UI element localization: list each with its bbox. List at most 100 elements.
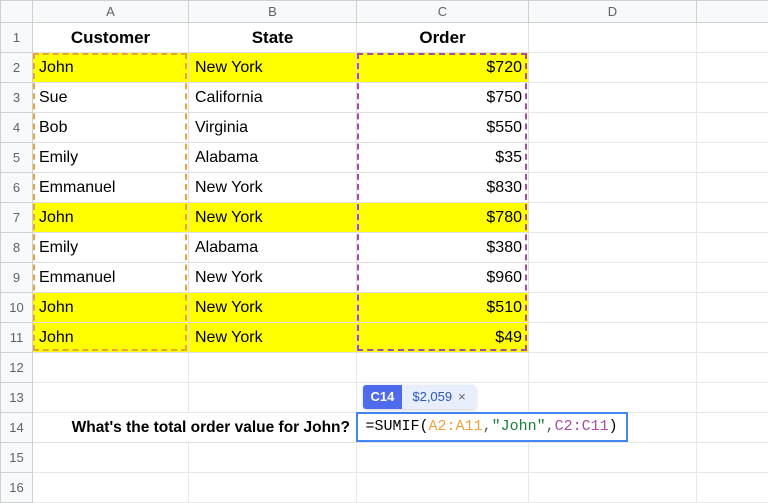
cell[interactable] [697, 23, 768, 53]
cell[interactable] [529, 383, 697, 413]
cell[interactable] [33, 443, 189, 473]
cell-b6[interactable]: New York [189, 173, 357, 203]
cell[interactable] [357, 353, 529, 383]
cell-b3[interactable]: California [189, 83, 357, 113]
row-header-5[interactable]: 5 [1, 143, 33, 173]
cell[interactable] [357, 473, 529, 503]
cell-a4[interactable]: Bob [33, 113, 189, 143]
cell-b11[interactable]: New York [189, 323, 357, 353]
column-header-d[interactable]: D [529, 1, 697, 23]
row-header-16[interactable]: 16 [1, 473, 33, 503]
column-header-a[interactable]: A [33, 1, 189, 23]
formula-input-cell[interactable]: =SUMIF(A2:A11,"John",C2:C11) [356, 412, 628, 442]
cell[interactable] [697, 233, 768, 263]
column-header-b[interactable]: B [189, 1, 357, 23]
cell[interactable] [697, 473, 768, 503]
cell[interactable] [529, 323, 697, 353]
cell[interactable] [529, 293, 697, 323]
cell-c10[interactable]: $510 [357, 293, 529, 323]
cell-a5[interactable]: Emily [33, 143, 189, 173]
cell-a8[interactable]: Emily [33, 233, 189, 263]
cell-c11[interactable]: $49 [357, 323, 529, 353]
cell-b1[interactable]: State [189, 23, 357, 53]
cell[interactable] [697, 353, 768, 383]
cell[interactable] [697, 323, 768, 353]
cell[interactable] [697, 293, 768, 323]
cell[interactable] [697, 263, 768, 293]
cell-c1[interactable]: Order [357, 23, 529, 53]
cell-a2[interactable]: John [33, 53, 189, 83]
cell[interactable] [33, 473, 189, 503]
cell[interactable] [357, 443, 529, 473]
row-header-3[interactable]: 3 [1, 83, 33, 113]
cell-b10[interactable]: New York [189, 293, 357, 323]
row-header-13[interactable]: 13 [1, 383, 33, 413]
cell-b4[interactable]: Virginia [189, 113, 357, 143]
close-icon[interactable]: × [452, 389, 466, 404]
cell-a3[interactable]: Sue [33, 83, 189, 113]
row-header-15[interactable]: 15 [1, 443, 33, 473]
cell[interactable] [529, 23, 697, 53]
cell-a10[interactable]: John [33, 293, 189, 323]
cell[interactable] [33, 383, 189, 413]
cell-c9[interactable]: $960 [357, 263, 529, 293]
cell[interactable] [697, 203, 768, 233]
cell[interactable] [189, 443, 357, 473]
cell[interactable] [529, 233, 697, 263]
row-header-4[interactable]: 4 [1, 113, 33, 143]
row-header-9[interactable]: 9 [1, 263, 33, 293]
cell[interactable] [697, 143, 768, 173]
cell-a7[interactable]: John [33, 203, 189, 233]
cell[interactable] [529, 113, 697, 143]
cell-c8[interactable]: $380 [357, 233, 529, 263]
cell[interactable] [529, 173, 697, 203]
row-header-12[interactable]: 12 [1, 353, 33, 383]
cell[interactable] [697, 443, 768, 473]
formula-result-preview[interactable]: C14 $2,059× [363, 385, 476, 409]
column-header-c[interactable]: C [357, 1, 529, 23]
cell-b5[interactable]: Alabama [189, 143, 357, 173]
cell[interactable] [529, 353, 697, 383]
row-header-1[interactable]: 1 [1, 23, 33, 53]
cell-a11[interactable]: John [33, 323, 189, 353]
row-header-8[interactable]: 8 [1, 233, 33, 263]
cell[interactable] [697, 173, 768, 203]
cell-a6[interactable]: Emmanuel [33, 173, 189, 203]
cell[interactable] [697, 413, 768, 443]
cell[interactable] [697, 83, 768, 113]
cell[interactable] [529, 473, 697, 503]
cell-b2[interactable]: New York [189, 53, 357, 83]
cell-a1[interactable]: Customer [33, 23, 189, 53]
cell[interactable] [529, 263, 697, 293]
cell[interactable] [189, 473, 357, 503]
cell[interactable] [33, 353, 189, 383]
row-header-14[interactable]: 14 [1, 413, 33, 443]
cell[interactable] [189, 353, 357, 383]
cell-b9[interactable]: New York [189, 263, 357, 293]
cell[interactable] [529, 143, 697, 173]
row-header-11[interactable]: 11 [1, 323, 33, 353]
cell-c2[interactable]: $720 [357, 53, 529, 83]
cell-c3[interactable]: $750 [357, 83, 529, 113]
cell-c7[interactable]: $780 [357, 203, 529, 233]
row-header-10[interactable]: 10 [1, 293, 33, 323]
cell-a9[interactable]: Emmanuel [33, 263, 189, 293]
cell[interactable] [529, 443, 697, 473]
cell-b8[interactable]: Alabama [189, 233, 357, 263]
cell[interactable] [529, 83, 697, 113]
question-cell[interactable]: What's the total order value for John? [33, 413, 357, 443]
cell[interactable] [529, 203, 697, 233]
cell[interactable] [697, 383, 768, 413]
cell-c6[interactable]: $830 [357, 173, 529, 203]
cell[interactable] [529, 53, 697, 83]
cell-c4[interactable]: $550 [357, 113, 529, 143]
row-header-2[interactable]: 2 [1, 53, 33, 83]
cell-b7[interactable]: New York [189, 203, 357, 233]
cell[interactable] [189, 383, 357, 413]
select-all-corner[interactable] [1, 1, 33, 23]
row-header-7[interactable]: 7 [1, 203, 33, 233]
cell[interactable] [697, 113, 768, 143]
cell-c5[interactable]: $35 [357, 143, 529, 173]
row-header-6[interactable]: 6 [1, 173, 33, 203]
cell[interactable] [697, 53, 768, 83]
